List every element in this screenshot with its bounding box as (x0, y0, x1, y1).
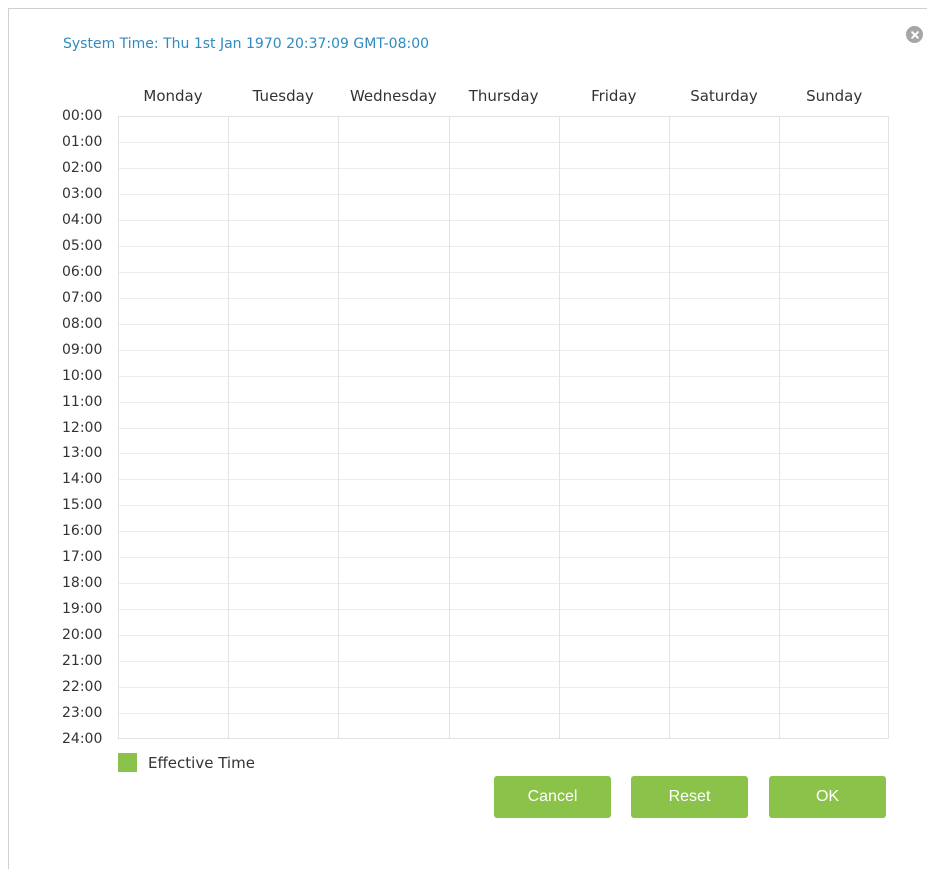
grid-hour-line (119, 531, 888, 533)
grid-hour-line (119, 661, 888, 663)
grid-hour-line (119, 557, 888, 559)
grid-hour-line (119, 453, 888, 455)
grid-hour-line (119, 713, 888, 715)
hour-label: 13:00 (62, 445, 103, 462)
grid-hour-line (119, 297, 888, 299)
effective-time-swatch (118, 753, 137, 772)
hour-label: 00:00 (62, 108, 103, 124)
grid-hour-line (119, 219, 888, 221)
day-header-friday: Friday (591, 87, 637, 105)
hour-label: 15:00 (62, 497, 103, 514)
hour-label: 06:00 (62, 263, 103, 280)
schedule-grid[interactable] (118, 116, 889, 739)
hour-label: 21:00 (62, 653, 103, 670)
grid-day-line (558, 117, 560, 738)
grid-day-line (448, 117, 450, 738)
hour-label: 17:00 (62, 549, 103, 566)
hour-label: 19:00 (62, 601, 103, 618)
grid-hour-line (119, 167, 888, 169)
hour-label: 16:00 (62, 523, 103, 540)
hour-label: 23:00 (62, 705, 103, 722)
day-header-saturday: Saturday (690, 87, 758, 105)
hour-label: 09:00 (62, 341, 103, 358)
effective-time-label: Effective Time (148, 754, 255, 772)
hour-label: 20:00 (62, 627, 103, 644)
hour-label: 04:00 (62, 211, 103, 228)
hour-label: 11:00 (62, 393, 103, 410)
day-header-thursday: Thursday (468, 87, 539, 105)
hour-label: 14:00 (62, 471, 103, 488)
cancel-button[interactable]: Cancel (494, 776, 611, 818)
hour-label: 24:00 (62, 731, 103, 748)
grid-hour-line (119, 635, 888, 637)
grid-hour-line (119, 479, 888, 481)
hour-label: 22:00 (62, 679, 103, 696)
hour-label: 01:00 (62, 133, 103, 150)
grid-hour-line (119, 401, 888, 403)
grid-hour-line (119, 349, 888, 351)
hour-label: 07:00 (62, 289, 103, 306)
hour-label: 08:00 (62, 315, 103, 332)
grid-hour-line (119, 583, 888, 585)
grid-hour-line (119, 245, 888, 247)
grid-hour-line (119, 609, 888, 611)
grid-hour-line (119, 271, 888, 273)
day-header-sunday: Sunday (806, 87, 863, 105)
close-icon[interactable] (906, 26, 923, 43)
grid-hour-line (119, 375, 888, 377)
grid-hour-line (119, 505, 888, 507)
hour-label: 12:00 (62, 419, 103, 436)
day-header-monday: Monday (143, 87, 203, 105)
grid-day-line (228, 117, 230, 738)
hour-label: 18:00 (62, 575, 103, 592)
hour-label: 05:00 (62, 237, 103, 254)
grid-day-line (669, 117, 670, 738)
grid-hour-line (119, 141, 888, 143)
day-header-wednesday: Wednesday (349, 87, 437, 105)
hour-label: 03:00 (62, 185, 103, 202)
system-time: System Time: Thu 1st Jan 1970 20:37:09 G… (63, 36, 430, 52)
hour-label: 10:00 (62, 367, 103, 384)
day-header-tuesday: Tuesday (252, 87, 314, 105)
hour-label: 02:00 (62, 159, 103, 176)
grid-day-line (779, 117, 781, 738)
grid-hour-line (119, 687, 888, 689)
grid-hour-line (119, 427, 888, 429)
grid-hour-line (119, 193, 888, 195)
reset-button[interactable]: Reset (631, 776, 748, 818)
grid-day-line (338, 117, 340, 738)
ok-button[interactable]: OK (769, 776, 886, 818)
grid-hour-line (119, 323, 888, 325)
